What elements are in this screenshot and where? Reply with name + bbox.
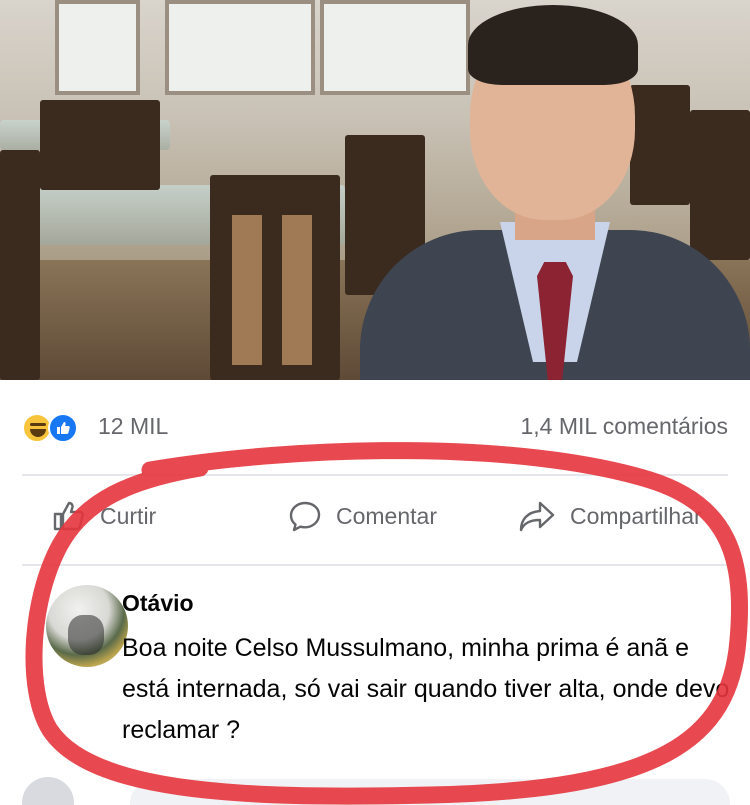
like-icon <box>48 413 78 443</box>
comment: Otávio Boa noite Celso Mussulmano, minha… <box>22 580 729 760</box>
divider <box>22 564 728 566</box>
avatar <box>22 777 74 805</box>
reply-input[interactable] <box>130 779 730 805</box>
reaction-count[interactable]: 12 MIL <box>98 413 168 440</box>
comment-label: Comentar <box>336 502 437 529</box>
like-label: Curtir <box>100 502 157 529</box>
restaurant-chair <box>0 150 40 380</box>
restaurant-chair <box>210 175 340 380</box>
post-actions: Curtir Comentar Compartilhar <box>22 490 728 540</box>
post-footer: 12 MIL 1,4 MIL comentários Curtir Coment… <box>0 380 750 805</box>
comment-button[interactable]: Comentar <box>288 498 437 534</box>
share-label: Compartilhar <box>570 502 702 529</box>
like-button[interactable]: Curtir <box>52 498 156 534</box>
chair-slat <box>282 215 312 365</box>
comment-count[interactable]: 1,4 MIL comentários <box>520 413 728 440</box>
thumbs-up-icon <box>53 501 84 531</box>
chair-slat <box>232 215 262 365</box>
post-photo[interactable] <box>0 0 750 380</box>
restaurant-chair <box>40 100 160 190</box>
avatar[interactable] <box>46 585 128 667</box>
reply-row <box>0 775 750 805</box>
reaction-icons[interactable] <box>22 413 92 443</box>
hair <box>468 5 638 85</box>
man-in-suit <box>355 0 750 380</box>
comment-author[interactable]: Otávio <box>122 590 194 617</box>
reactions-bar: 12 MIL 1,4 MIL comentários <box>22 410 728 446</box>
restaurant-window <box>165 0 315 95</box>
speech-bubble-icon <box>289 501 321 532</box>
share-button[interactable]: Compartilhar <box>518 498 702 534</box>
comment-text: Boa noite Celso Mussulmano, minha prima … <box>122 634 730 744</box>
share-arrow-icon <box>519 501 555 532</box>
restaurant-window <box>55 0 140 95</box>
divider <box>22 474 728 476</box>
